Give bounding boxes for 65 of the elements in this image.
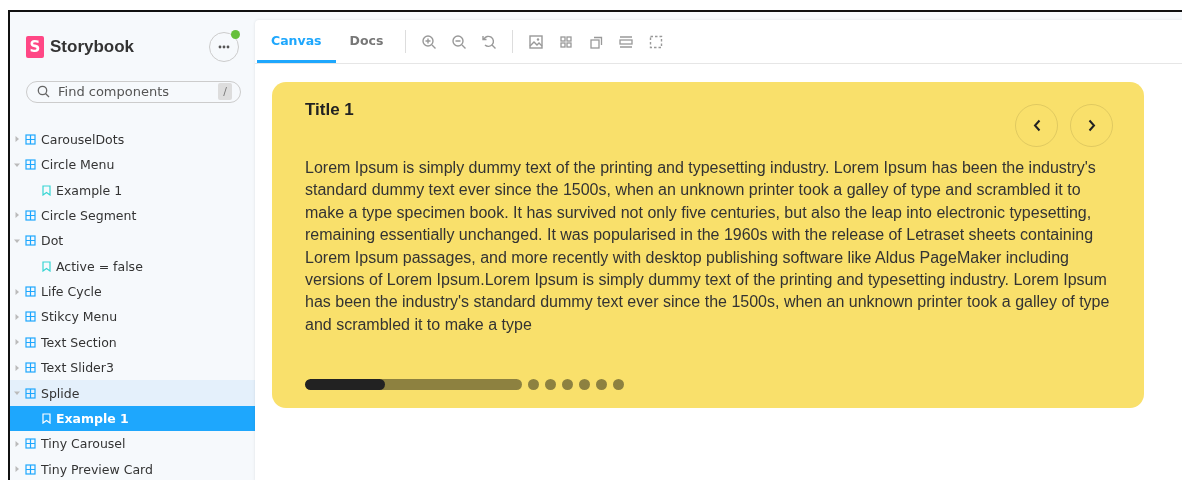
tree-item[interactable]: Tiny Carousel: [10, 431, 255, 457]
tree-item[interactable]: Example 1: [10, 177, 255, 203]
caret-icon: [14, 237, 20, 244]
component-icon: [25, 387, 36, 399]
search-icon: [37, 85, 50, 99]
caret-icon: [14, 364, 20, 371]
component-icon: [25, 235, 36, 247]
tree-item[interactable]: Text Slider3: [10, 355, 255, 381]
tree-item[interactable]: Dot: [10, 228, 255, 254]
chevron-right-icon: [1087, 119, 1096, 132]
tree-item[interactable]: Stikcy Menu: [10, 304, 255, 330]
caret-icon: [14, 440, 20, 447]
tab[interactable]: Docs: [335, 20, 398, 63]
caret-icon: [14, 339, 20, 346]
component-icon: [25, 159, 36, 171]
page-dot[interactable]: [579, 379, 590, 390]
tree-item[interactable]: Text Section: [10, 329, 255, 356]
tree-item[interactable]: Circle Menu: [10, 151, 255, 178]
bookmark-icon: [42, 413, 51, 424]
bookmark-icon: [42, 184, 51, 196]
component-icon: [25, 438, 36, 450]
slide-title: Title 1: [305, 100, 354, 120]
tree-item[interactable]: Circle Segment: [10, 202, 255, 229]
page-dot[interactable]: [562, 379, 573, 390]
component-icon: [25, 362, 36, 374]
shortcut-key: /: [218, 83, 232, 101]
tree-item[interactable]: CarouselDots: [10, 126, 255, 152]
search-input[interactable]: Find components: [56, 83, 213, 101]
tree-item[interactable]: Life Cycle: [10, 278, 255, 305]
menu-button[interactable]: [209, 32, 239, 62]
chevron-left-icon: [1032, 119, 1041, 132]
zoom-in-icon: [421, 33, 438, 50]
bookmark-icon: [42, 260, 51, 272]
logo-icon: S: [26, 36, 44, 58]
caret-icon: [14, 212, 20, 219]
caret-icon: [14, 390, 20, 397]
component-icon: [25, 133, 36, 145]
reset-icon: [481, 33, 498, 50]
component-icon: [25, 286, 36, 298]
slide-text: Lorem Ipsum is simply dummy text of the printing and typesetting industry. Lorem Ipsum has been the industry's standard dummy text ever since the 1500s, when an unknown printer took a galley of type and scrambled it to make a type specimen book. It has survived not only five centuries, but also the leap into electronic typesetting, remaining essentially unchanged. It was popularised in the 1960s with the release of Letraset sheets containing Lorem Ipsum passages, and more recently with desktop publishing software like Aldus PageMaker including versions of Lorem Ipsum.Lorem Ipsum is simply dummy text of the printing and typesetting industry. Lorem Ipsum has been the industry's standard dummy text ever since the 1500s, when an unknown printer took a galley of type and scrambled it to make a type: [305, 158, 1111, 335]
more-icon: [218, 45, 230, 49]
page-dot[interactable]: [613, 379, 624, 390]
brand-name: Storybook: [50, 37, 135, 57]
bar-icon: [618, 33, 635, 50]
component-icon: [25, 463, 36, 475]
grid-icon: [558, 33, 575, 50]
image-icon: [528, 33, 545, 50]
tree-item[interactable]: Active = false: [10, 253, 255, 279]
progress-bar[interactable]: [305, 379, 522, 390]
component-icon: [25, 336, 36, 348]
component-icon: [25, 311, 36, 323]
caret-icon: [14, 288, 20, 295]
page-dot[interactable]: [596, 379, 607, 390]
caret-icon: [14, 313, 20, 320]
search-field[interactable]: Find components /: [26, 81, 241, 103]
component-icon: [25, 209, 36, 221]
caret-icon: [14, 161, 20, 168]
tree-item[interactable]: Tiny Preview Card: [10, 456, 255, 480]
dashed-square-icon: [648, 33, 665, 50]
caret-icon: [14, 466, 20, 473]
page-dot[interactable]: [528, 379, 539, 390]
caret-icon: [14, 136, 20, 143]
zoom-out-icon: [451, 33, 468, 50]
tree-item[interactable]: Splide: [10, 380, 255, 406]
page-dot[interactable]: [545, 379, 556, 390]
